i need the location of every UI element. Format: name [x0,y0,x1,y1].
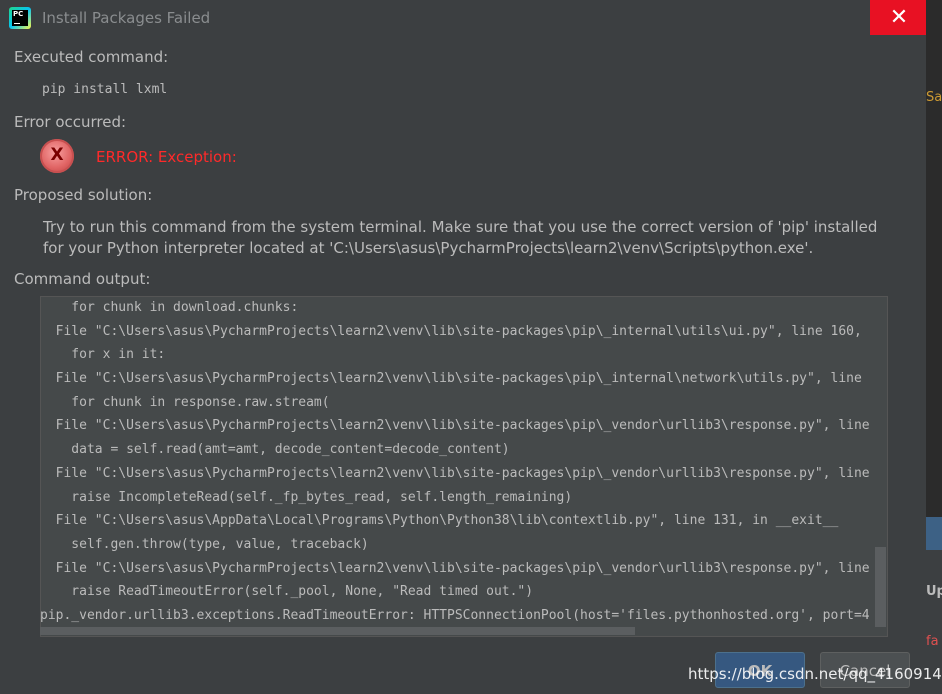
command-output-panel[interactable]: for chunk in download.chunks: File "C:\U… [40,296,888,637]
horizontal-scrollbar[interactable] [40,627,635,635]
output-line: data = self.read(amt=amt, decode_content… [40,442,510,457]
background-highlight [926,517,942,550]
close-button[interactable]: ✕ [870,0,928,35]
output-line: for x in it: [40,347,166,362]
output-line: for chunk in download.chunks: [40,300,299,315]
output-line: for chunk in response.raw.stream( [40,395,330,410]
install-packages-failed-dialog: PC Install Packages Failed ✕ Executed co… [0,0,928,694]
output-line: raise ReadTimeoutError(self._pool, None,… [40,584,534,599]
background-fragment: fa [926,634,939,649]
output-line: pip._vendor.urllib3.exceptions.ReadTimeo… [40,608,870,623]
output-line: File "C:\Users\asus\PycharmProjects\lear… [40,324,862,339]
executed-command: pip install lxml [42,82,168,97]
error-occurred-label: Error occurred: [14,113,127,131]
output-line: raise IncompleteRead(self._fp_bytes_read… [40,490,573,505]
proposed-solution-label: Proposed solution: [14,186,153,204]
vertical-scrollbar[interactable] [875,547,886,627]
output-line: self.gen.throw(type, value, traceback) [40,537,369,552]
background-fragment: Up [926,584,942,599]
dialog-title: Install Packages Failed [42,9,211,27]
output-line: File "C:\Users\asus\AppData\Local\Progra… [40,513,839,528]
proposed-solution-text: Try to run this command from the system … [43,218,878,257]
error-x-icon: X [40,139,74,173]
executed-command-label: Executed command: [14,48,169,66]
output-line: File "C:\Users\asus\PycharmProjects\lear… [40,418,870,433]
error-message: ERROR: Exception: [96,148,237,166]
output-line: File "C:\Users\asus\PycharmProjects\lear… [40,466,870,481]
output-line: File "C:\Users\asus\PycharmProjects\lear… [40,371,862,386]
background-editor: Sa Up fa [926,0,942,694]
command-output-label: Command output: [14,270,151,288]
watermark: https://blog.csdn.net/qq_41609147 [688,665,942,683]
background-fragment: Sa [926,90,942,105]
pycharm-logo-icon: PC [9,7,31,29]
title-bar: PC Install Packages Failed ✕ [0,0,928,36]
output-line: File "C:\Users\asus\PycharmProjects\lear… [40,561,870,576]
